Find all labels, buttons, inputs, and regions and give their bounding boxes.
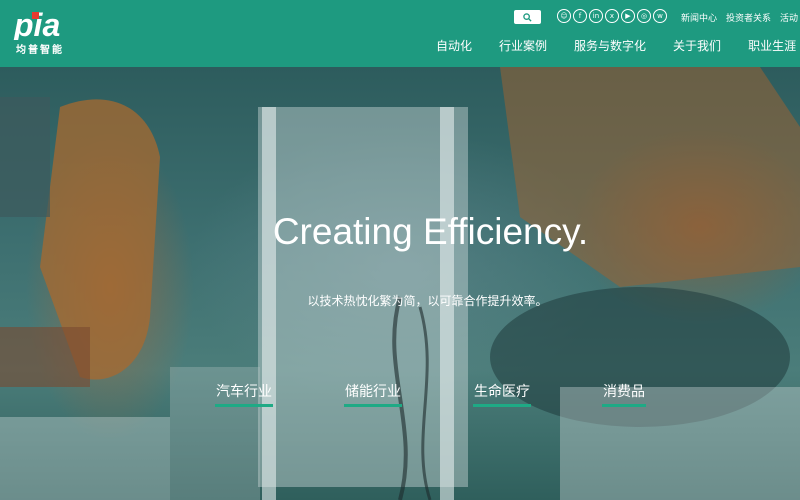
industry-tabs: 汽车行业 储能行业 生命医疗 消费品 [0, 381, 800, 411]
hero-title: Creating Efficiency. [272, 211, 589, 252]
industry-underline [473, 404, 531, 407]
industry-energy-storage[interactable]: 储能行业 [344, 381, 402, 407]
industry-underline [602, 404, 646, 407]
hero-background-image [0, 67, 800, 500]
top-link-news[interactable]: 新闻中心 [681, 11, 717, 24]
search-icon [523, 12, 532, 22]
weibo-icon[interactable]: w [653, 9, 667, 23]
industry-underline [344, 404, 402, 407]
nav-industry-cases[interactable]: 行业案例 [499, 37, 547, 54]
youtube-icon[interactable]: ▶ [621, 9, 635, 23]
xing-icon[interactable]: x [605, 9, 619, 23]
nav-careers[interactable]: 职业生涯 [748, 37, 796, 54]
industry-automotive[interactable]: 汽车行业 [215, 381, 273, 407]
industry-automotive-label: 汽车行业 [216, 384, 272, 400]
top-links: 新闻中心 投资者关系 活动 [681, 11, 798, 24]
nav-automation[interactable]: 自动化 [436, 37, 472, 54]
industry-underline [215, 404, 273, 407]
industry-life-sciences-label: 生命医疗 [474, 384, 530, 400]
industry-consumer-goods[interactable]: 消费品 [602, 381, 646, 407]
social-links: ☺ f in x ▶ ◎ w [557, 9, 667, 23]
hero-subtitle: 以技术热忱化繁为简，以可靠合作提升效率。 [307, 294, 548, 308]
search-button[interactable] [514, 10, 541, 24]
facebook-icon[interactable]: f [573, 9, 587, 23]
logo-mark: pia [13, 10, 60, 40]
logo-subtitle: 均普智能 [16, 45, 64, 56]
top-link-investor-relations[interactable]: 投资者关系 [726, 11, 771, 24]
nav-about-us[interactable]: 关于我们 [673, 37, 721, 54]
top-link-events[interactable]: 活动 [780, 11, 798, 24]
company-logo[interactable]: pia 均普智能 [12, 10, 76, 56]
hero-banner: Creating Efficiency. 以技术热忱化繁为简，以可靠合作提升效率… [0, 67, 800, 500]
linkedin-icon[interactable]: in [589, 9, 603, 23]
industry-life-sciences[interactable]: 生命医疗 [473, 381, 531, 407]
main-nav: 自动化 行业案例 服务与数字化 关于我们 职业生涯 [436, 37, 796, 54]
site-header: pia 均普智能 ☺ f in x ▶ ◎ w 新闻中心 投资者关系 活动 自动… [0, 0, 800, 67]
nav-services-digital[interactable]: 服务与数字化 [574, 37, 646, 54]
industry-consumer-goods-label: 消费品 [603, 384, 645, 400]
instagram-icon[interactable]: ◎ [637, 9, 651, 23]
wechat-icon[interactable]: ☺ [557, 9, 571, 23]
industry-energy-storage-label: 储能行业 [345, 384, 401, 400]
